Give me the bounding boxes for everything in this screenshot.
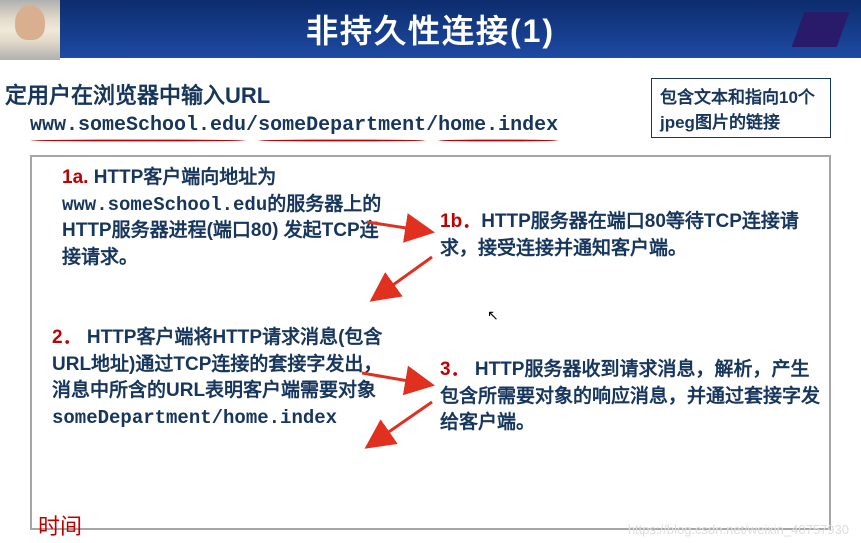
arrow-1b-2 — [367, 252, 447, 312]
step-text: HTTP客户端将HTTP请求消息(包含URL地址)通过TCP连接的套接字发出，消… — [52, 327, 382, 401]
time-label: 时间 — [38, 509, 82, 541]
arrow-1a-1b — [367, 212, 447, 252]
top-section: 定用户在浏览器中输入URL www.someSchool.edu/someDep… — [0, 78, 846, 137]
arrow-3-down — [362, 397, 447, 457]
intro-text: 定用户在浏览器中输入URL — [5, 78, 846, 110]
url-sep: / — [246, 114, 258, 137]
step-text: HTTP客户端向地址为 — [94, 167, 277, 188]
step-text: HTTP服务器在端口80等待TCP连接请求，接受连接并通知客户端。 — [440, 211, 799, 259]
header-decoration — [792, 12, 850, 47]
step-host: www.someSchool.edu — [62, 194, 267, 216]
url-file: home.index — [438, 114, 558, 137]
url-line: www.someSchool.edu/someDepartment/home.i… — [30, 114, 846, 137]
url-host: www.someSchool.edu — [30, 114, 246, 137]
step-2: 2． HTTP客户端将HTTP请求消息(包含URL地址)通过TCP连接的套接字发… — [52, 325, 392, 431]
step-3: 3． HTTP服务器收到请求消息，解析，产生包含所需要对象的响应消息，并通过套接… — [440, 357, 825, 437]
slide-title: 非持久性连接(1) — [306, 6, 555, 52]
steps-box: 1a. HTTP客户端向地址为 www.someSchool.edu的服务器上的… — [30, 155, 831, 530]
cursor-icon: ↖ — [487, 307, 499, 324]
slide-content: 包含文本和指向10个jpeg图片的链接 定用户在浏览器中输入URL www.so… — [0, 58, 861, 543]
slide-header: 非持久性连接(1) — [0, 0, 861, 58]
step-text: HTTP服务器收到请求消息，解析，产生包含所需要对象的响应消息，并通过套接字发给… — [440, 359, 820, 433]
presenter-thumbnail — [0, 0, 60, 60]
step-1a: 1a. HTTP客户端向地址为 www.someSchool.edu的服务器上的… — [62, 165, 392, 271]
url-sep: / — [426, 114, 438, 137]
step-number: 2． — [52, 327, 82, 348]
step-1b: 1b．HTTP服务器在端口80等待TCP连接请求，接受连接并通知客户端。 — [440, 209, 815, 262]
step-object: someDepartment/home.index — [52, 407, 337, 429]
step-number: 1a. — [62, 167, 88, 188]
watermark: https://blog.csdn.net/weixin_40757930 — [628, 522, 849, 537]
url-path: someDepartment — [258, 114, 426, 137]
